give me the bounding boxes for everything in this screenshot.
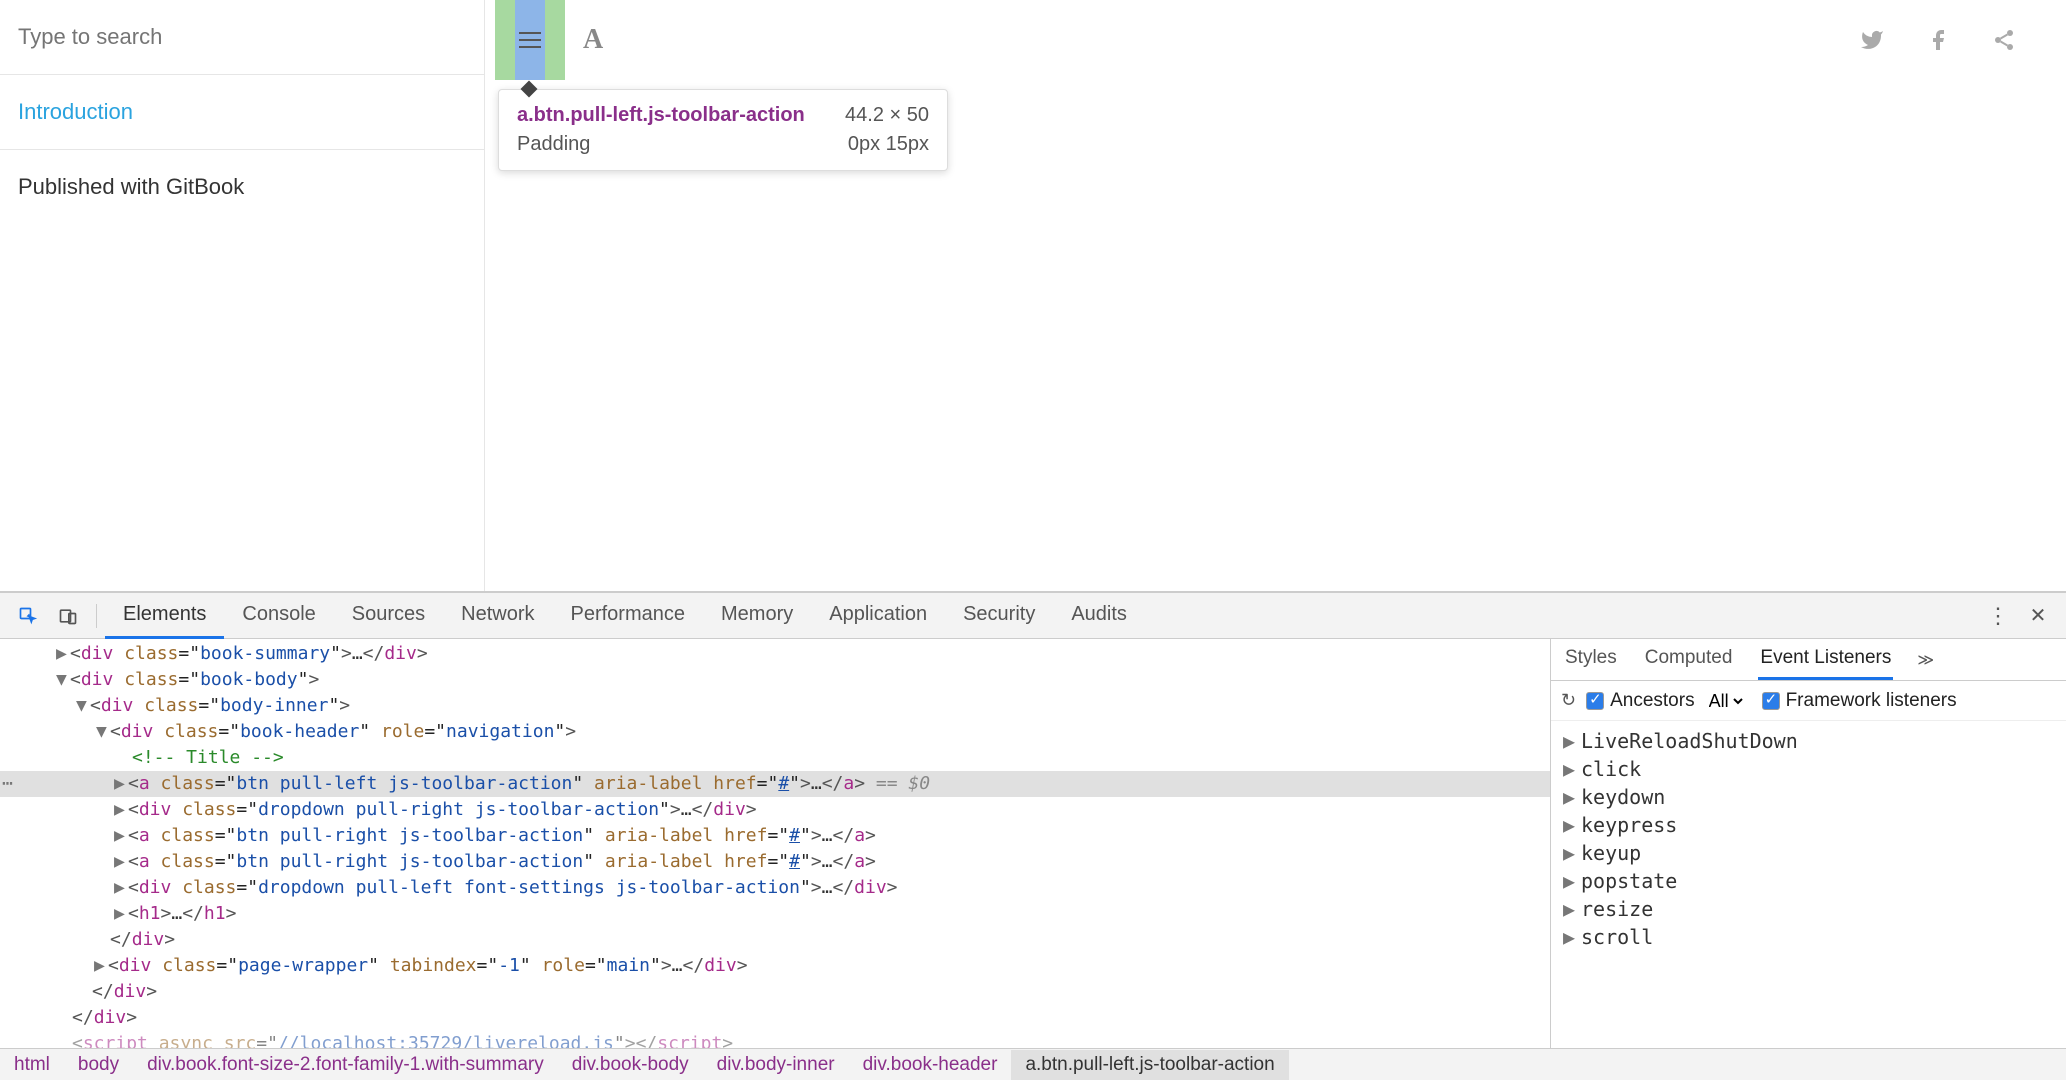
devtools-tab-console[interactable]: Console [224, 593, 333, 639]
event-listener-item[interactable]: ▶LiveReloadShutDown [1563, 727, 2054, 755]
divider [96, 604, 97, 628]
font-settings-button[interactable]: A [565, 24, 621, 56]
refresh-icon[interactable]: ↻ [1561, 690, 1576, 711]
event-listener-item[interactable]: ▶keyup [1563, 839, 2054, 867]
gitbook-main: A a.btn.pull-left.js-toolbar-action 44.2… [485, 0, 2066, 591]
dom-breadcrumb: htmlbodydiv.book.font-size-2.font-family… [0, 1048, 2066, 1080]
devtools-panel: ElementsConsoleSourcesNetworkPerformance… [0, 592, 2066, 1080]
inspect-element-icon[interactable] [14, 602, 42, 630]
more-icon[interactable]: ⋮ [1984, 602, 2012, 630]
sidebar-item-introduction[interactable]: Introduction [0, 75, 484, 150]
dom-tree-line[interactable]: ▶<a class="btn pull-right js-toolbar-act… [0, 849, 1550, 875]
share-icon[interactable] [1992, 28, 2016, 52]
published-with-label[interactable]: Published with GitBook [0, 150, 484, 224]
dom-tree-line[interactable]: ▼<div class="book-body"> [0, 667, 1550, 693]
breadcrumb-item[interactable]: div.book-header [849, 1050, 1012, 1080]
dom-tree-line[interactable]: ▶<div class="dropdown pull-right js-tool… [0, 797, 1550, 823]
framework-listeners-checkbox[interactable]: Framework listeners [1762, 690, 1957, 712]
twitter-icon[interactable] [1860, 28, 1884, 52]
event-listeners-toolbar: ↻ Ancestors All Framework listeners [1551, 681, 2066, 721]
checkbox-icon [1762, 692, 1780, 710]
breadcrumb-item[interactable]: div.body-inner [703, 1050, 849, 1080]
event-listener-item[interactable]: ▶keypress [1563, 811, 2054, 839]
dom-tree-line[interactable]: ▼<div class="body-inner"> [0, 693, 1550, 719]
breadcrumb-item[interactable]: div.book-body [558, 1050, 703, 1080]
toolbar-left: A [495, 0, 621, 80]
event-listener-item[interactable]: ▶click [1563, 755, 2054, 783]
dom-tree-line[interactable]: ▶<div class="page-wrapper" tabindex="-1"… [0, 953, 1550, 979]
dom-tree-line[interactable]: ▶<h1>…</h1> [0, 901, 1550, 927]
toolbar-right [1860, 28, 2056, 52]
devtools-tab-security[interactable]: Security [945, 593, 1053, 639]
inspect-selector: a.btn.pull-left.js-toolbar-action [517, 104, 805, 127]
right-tab-event-listeners[interactable]: Event Listeners [1758, 639, 1893, 680]
ancestors-checkbox[interactable]: Ancestors [1586, 690, 1694, 712]
devtools-tab-application[interactable]: Application [811, 593, 945, 639]
devtools-tab-memory[interactable]: Memory [703, 593, 811, 639]
right-tabs-more-icon[interactable]: ≫ [1917, 650, 1934, 670]
search-input[interactable] [0, 0, 484, 75]
right-panel-tabs: Styles Computed Event Listeners ≫ [1551, 639, 2066, 681]
breadcrumb-item[interactable]: a.btn.pull-left.js-toolbar-action [1011, 1050, 1288, 1080]
inspect-dimensions: 44.2 × 50 [845, 104, 929, 127]
devtools-tab-elements[interactable]: Elements [105, 593, 224, 639]
dom-tree-line[interactable]: <!-- Title --> [0, 745, 1550, 771]
devtools-tab-audits[interactable]: Audits [1053, 593, 1145, 639]
gitbook-sidebar: Introduction Published with GitBook [0, 0, 485, 591]
event-listener-item[interactable]: ▶popstate [1563, 867, 2054, 895]
gitbook-toolbar: A [485, 0, 2066, 80]
dom-tree-line[interactable]: ▼<div class="book-header" role="navigati… [0, 719, 1550, 745]
event-listener-item[interactable]: ▶keydown [1563, 783, 2054, 811]
event-listener-item[interactable]: ▶scroll [1563, 923, 2054, 951]
inspect-padding-label: Padding [517, 133, 590, 156]
inspect-padding-value: 0px 15px [848, 133, 929, 156]
devtools-right-panel: Styles Computed Event Listeners ≫ ↻ Ancest… [1550, 639, 2066, 1048]
right-tab-styles[interactable]: Styles [1563, 639, 1619, 680]
checkbox-icon [1586, 692, 1604, 710]
devtools-tab-performance[interactable]: Performance [553, 593, 704, 639]
inspected-hamburger-button[interactable] [495, 0, 565, 80]
inspect-tooltip: a.btn.pull-left.js-toolbar-action 44.2 ×… [498, 89, 948, 171]
event-listeners-list: ▶LiveReloadShutDown▶click▶keydown▶keypre… [1551, 721, 2066, 1048]
dom-tree-line[interactable]: </div> [0, 1005, 1550, 1031]
listener-filter-select[interactable]: All [1705, 690, 1746, 712]
dom-tree-line[interactable]: <script async src="//localhost:35729/liv… [0, 1031, 1550, 1048]
devtools-tabbar: ElementsConsoleSourcesNetworkPerformance… [0, 593, 2066, 639]
dom-tree-line[interactable]: ▶<a class="btn pull-right js-toolbar-act… [0, 823, 1550, 849]
breadcrumb-item[interactable]: body [64, 1050, 133, 1080]
hamburger-icon [519, 32, 541, 48]
device-toggle-icon[interactable] [54, 602, 82, 630]
devtools-tab-network[interactable]: Network [443, 593, 552, 639]
facebook-icon[interactable] [1926, 28, 1950, 52]
dom-tree[interactable]: ▶<div class="book-summary">…</div>▼<div … [0, 639, 1550, 1048]
devtools-tab-sources[interactable]: Sources [334, 593, 443, 639]
right-tab-computed[interactable]: Computed [1643, 639, 1735, 680]
dom-tree-line[interactable]: ▶<div class="dropdown pull-left font-set… [0, 875, 1550, 901]
dom-tree-line[interactable]: ▶<a class="btn pull-left js-toolbar-acti… [0, 771, 1550, 797]
event-listener-item[interactable]: ▶resize [1563, 895, 2054, 923]
breadcrumb-item[interactable]: div.book.font-size-2.font-family-1.with-… [133, 1050, 558, 1080]
dom-tree-line[interactable]: </div> [0, 927, 1550, 953]
gitbook-page: Introduction Published with GitBook A [0, 0, 2066, 592]
dom-tree-line[interactable]: </div> [0, 979, 1550, 1005]
dom-tree-line[interactable]: ▶<div class="book-summary">…</div> [0, 641, 1550, 667]
close-icon[interactable]: ✕ [2024, 602, 2052, 630]
devtools-tabs-container: ElementsConsoleSourcesNetworkPerformance… [105, 593, 1145, 639]
breadcrumb-item[interactable]: html [0, 1050, 64, 1080]
